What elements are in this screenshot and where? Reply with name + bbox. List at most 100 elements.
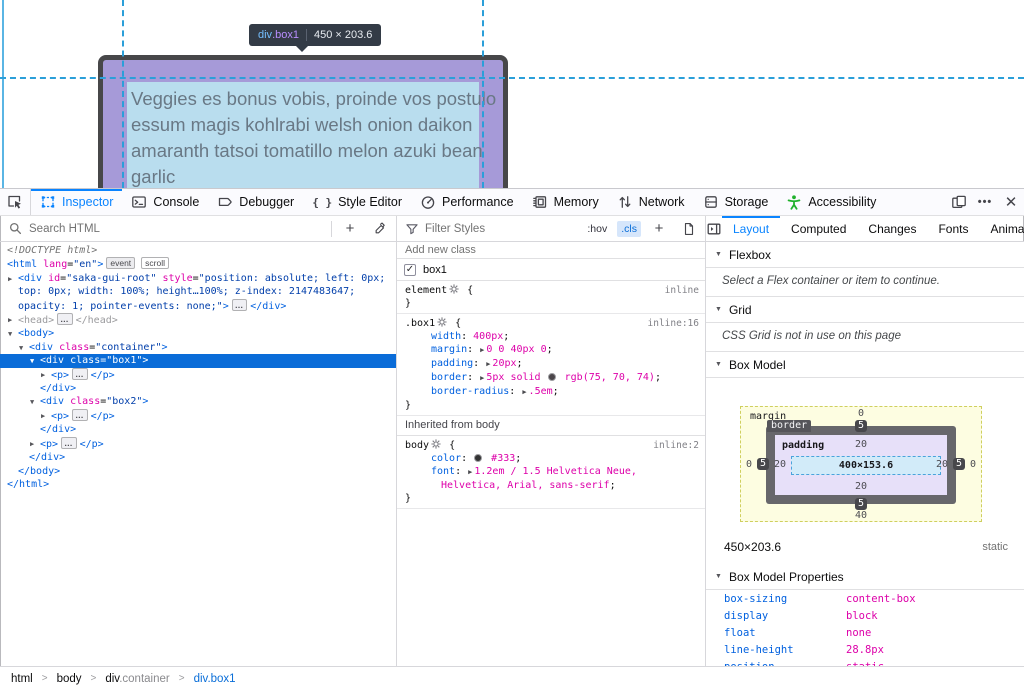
sidebar-tab-computed[interactable]: Computed xyxy=(780,216,857,241)
property-name[interactable]: border xyxy=(431,372,467,383)
tab-memory[interactable]: Memory xyxy=(523,189,608,215)
shorthand-twisty[interactable]: ▶ xyxy=(522,388,526,396)
property-value[interactable]: #333 xyxy=(485,453,515,464)
markup-node[interactable]: ▼ <div class="container"> xyxy=(0,341,396,354)
css-declaration[interactable]: border: ▶ 5px solid rgb(75, 70, 74); xyxy=(405,371,699,385)
property-name[interactable]: border-radius xyxy=(431,386,509,397)
search-input[interactable]: Search HTML xyxy=(29,223,325,235)
selector-highlighter-icon[interactable] xyxy=(429,439,443,451)
node-picker-button[interactable] xyxy=(0,189,30,215)
markup-node[interactable]: ▼ <div class="box2"> xyxy=(0,395,396,408)
tab-debugger[interactable]: Debugger xyxy=(208,189,303,215)
breadcrumb-item-body[interactable]: body xyxy=(57,673,82,685)
property-value[interactable]: 400px xyxy=(473,331,503,342)
padding-top-value[interactable]: 20 xyxy=(855,439,867,450)
border-left-value[interactable]: 5 xyxy=(757,458,770,470)
add-rule-button[interactable]: + xyxy=(647,217,671,241)
eyedropper-button[interactable] xyxy=(368,217,392,241)
markup-node[interactable]: <!DOCTYPE html> xyxy=(0,244,396,257)
meatball-menu-button[interactable]: ••• xyxy=(972,189,998,215)
property-name[interactable]: font xyxy=(431,466,455,477)
padding-right-value[interactable]: 20 xyxy=(936,459,948,470)
node-badge[interactable]: event xyxy=(106,257,136,270)
expand-twisty[interactable]: ▶ xyxy=(8,314,12,327)
rule-source-link[interactable]: inline xyxy=(665,284,699,297)
add-node-button[interactable]: + xyxy=(338,217,362,241)
box-model-properties-header[interactable]: ▼ Box Model Properties xyxy=(706,564,1024,590)
padding-left-value[interactable]: 20 xyxy=(774,459,786,470)
filter-styles-input[interactable]: Filter Styles xyxy=(425,223,577,235)
markup-node[interactable]: </html> xyxy=(0,478,396,491)
expand-twisty[interactable]: ▶ xyxy=(8,273,12,286)
color-swatch[interactable] xyxy=(547,373,556,381)
expand-twisty[interactable]: ▶ xyxy=(30,438,34,451)
tab-console[interactable]: Console xyxy=(122,189,208,215)
box-model-content-box[interactable]: 400×153.6 xyxy=(791,456,941,475)
sidebar-tab-fonts[interactable]: Fonts xyxy=(927,216,979,241)
selector-highlighter-icon[interactable] xyxy=(447,284,461,296)
border-bottom-value[interactable]: 5 xyxy=(854,498,868,510)
property-value[interactable]: rgb(75, 70, 74) xyxy=(559,372,655,383)
markup-node[interactable]: </div> xyxy=(0,423,396,436)
breadcrumb-item-div-container[interactable]: div.container xyxy=(105,673,169,685)
flexbox-section-header[interactable]: ▼ Flexbox xyxy=(706,242,1024,268)
class-toggle[interactable]: .cls xyxy=(617,220,641,237)
close-devtools-button[interactable]: ✕ xyxy=(998,189,1024,215)
css-declaration[interactable]: color: #333; xyxy=(405,452,699,465)
css-declaration[interactable]: border-radius: ▶ .5em; xyxy=(405,385,699,399)
property-name[interactable]: margin xyxy=(431,344,467,355)
css-declaration[interactable]: padding: ▶ 20px; xyxy=(405,357,699,371)
markup-node[interactable]: ▶ <p>… </p> xyxy=(0,367,396,382)
margin-right-value[interactable]: 0 xyxy=(970,459,976,470)
pseudo-class-toggle[interactable]: :hov xyxy=(583,221,611,237)
print-media-button[interactable] xyxy=(677,217,701,241)
rule-selector[interactable]: element xyxy=(405,285,447,296)
sidebar-tab-layout[interactable]: Layout xyxy=(722,216,780,241)
markup-node[interactable]: ▶ <p>… </p> xyxy=(0,436,396,451)
expand-twisty[interactable]: ▼ xyxy=(19,342,23,355)
markup-node[interactable]: </div> xyxy=(0,451,396,464)
border-top-value[interactable]: 5 xyxy=(854,420,868,432)
sidebar-tab-changes[interactable]: Changes xyxy=(857,216,927,241)
collapsed-children-badge[interactable]: … xyxy=(61,436,77,449)
margin-top-value[interactable]: 0 xyxy=(858,408,864,419)
dock-options-button[interactable] xyxy=(946,189,972,215)
add-new-class-row[interactable]: Add new class xyxy=(397,242,705,259)
tab-storage[interactable]: Storage xyxy=(694,189,778,215)
margin-bottom-value[interactable]: 40 xyxy=(855,510,867,521)
property-name[interactable]: padding xyxy=(431,358,473,369)
rule-selector[interactable]: body xyxy=(405,440,429,451)
collapsed-children-badge[interactable]: … xyxy=(231,298,248,311)
breadcrumb-item-html[interactable]: html xyxy=(11,673,33,685)
padding-bottom-value[interactable]: 20 xyxy=(855,481,867,492)
markup-node[interactable]: ▶ <head>… </head> xyxy=(0,313,396,327)
rule-source-link[interactable]: inline:2 xyxy=(653,439,699,452)
expand-twisty[interactable]: ▼ xyxy=(30,355,34,368)
tab-performance[interactable]: Performance xyxy=(411,189,523,215)
css-declaration[interactable]: font: ▶ 1.2em / 1.5 Helvetica Neue, Helve… xyxy=(405,465,699,492)
markup-node[interactable]: </div> xyxy=(0,382,396,395)
markup-node-selected[interactable]: ▼ <div class="box1"> xyxy=(0,354,396,368)
tab-accessibility[interactable]: Accessibility xyxy=(777,189,885,215)
grid-section-header[interactable]: ▼ Grid xyxy=(706,297,1024,323)
tab-network[interactable]: Network xyxy=(608,189,694,215)
color-swatch[interactable] xyxy=(474,454,483,462)
margin-left-value[interactable]: 0 xyxy=(746,459,752,470)
shorthand-twisty[interactable]: ▶ xyxy=(480,346,484,354)
property-value[interactable]: .5em xyxy=(529,386,553,397)
markup-node[interactable]: ▼ <body> xyxy=(0,327,396,340)
class-checkbox[interactable]: ✓ xyxy=(404,263,416,276)
border-right-value[interactable]: 5 xyxy=(952,458,965,470)
expand-twisty[interactable]: ▼ xyxy=(30,396,34,409)
tab-style-editor[interactable]: { } Style Editor xyxy=(303,189,411,215)
collapsed-children-badge[interactable]: … xyxy=(72,367,88,380)
collapsed-children-badge[interactable]: … xyxy=(57,313,73,326)
property-value[interactable]: 5px solid xyxy=(486,372,546,383)
selector-highlighter-icon[interactable] xyxy=(435,317,449,329)
sidebar-tab-animati[interactable]: Animati xyxy=(979,216,1024,241)
markup-node[interactable]: ▶ <div id="saka-gui-root" style="position… xyxy=(0,272,396,313)
property-value[interactable]: 0 0 40px 0 xyxy=(486,344,546,355)
markup-node[interactable]: ▶ <p>… </p> xyxy=(0,408,396,423)
property-name[interactable]: width xyxy=(431,331,461,342)
tab-inspector[interactable]: Inspector xyxy=(31,189,122,215)
